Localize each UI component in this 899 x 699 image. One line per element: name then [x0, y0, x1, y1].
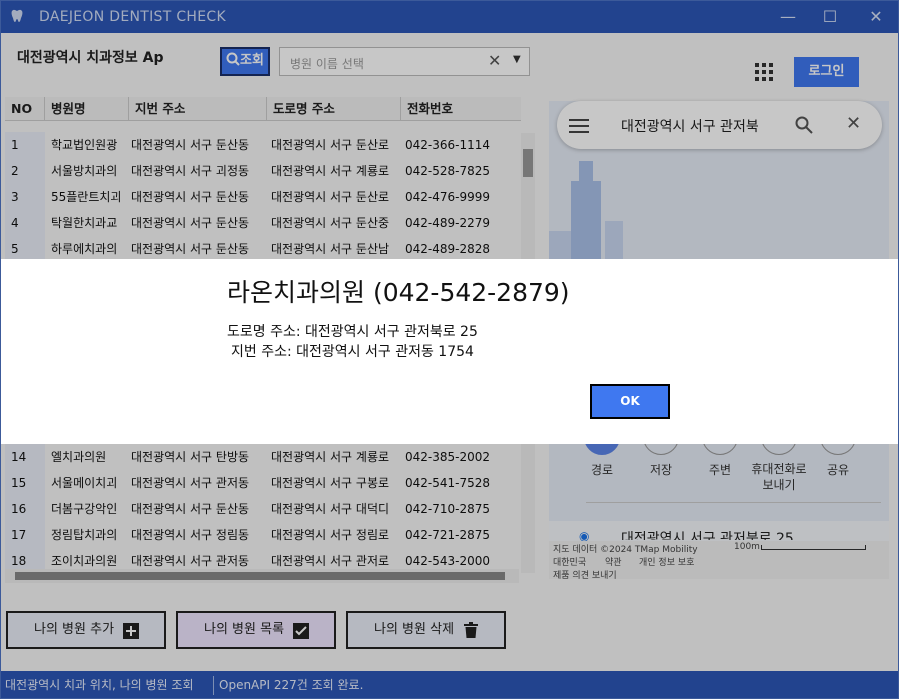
app-window: DAEJEON DENTIST CHECK — ☐ ✕ 대전광역시 치과정보 A…: [0, 0, 899, 699]
dialog-jibun-address: 지번 주소: 대전광역시 서구 관저동 1754: [231, 344, 474, 360]
dialog-road-address: 도로명 주소: 대전광역시 서구 관저북로 25: [227, 324, 478, 340]
message-dialog: 라온치과의원 (042-542-2879) 도로명 주소: 대전광역시 서구 관…: [1, 259, 898, 444]
ok-button[interactable]: OK: [590, 384, 670, 419]
dialog-title: 라온치과의원 (042-542-2879): [227, 278, 570, 307]
